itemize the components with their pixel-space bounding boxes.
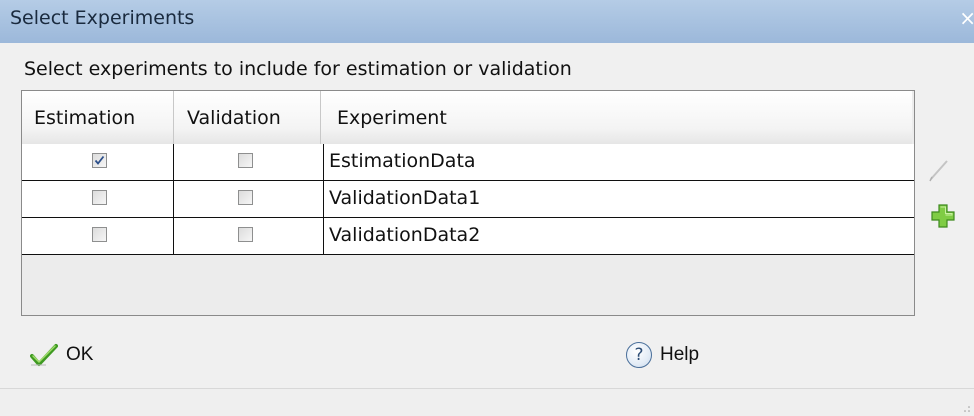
edit-pencil-icon[interactable] — [928, 155, 950, 187]
validation-checkbox[interactable] — [238, 227, 253, 242]
ok-button[interactable]: OK — [30, 343, 93, 367]
experiment-name: ValidationData2 — [329, 224, 481, 246]
validation-checkbox[interactable] — [238, 190, 253, 205]
ok-checkmark-icon — [30, 344, 58, 366]
help-icon: ? — [626, 342, 652, 368]
estimation-checkbox[interactable] — [92, 153, 107, 168]
column-header-estimation[interactable]: Estimation — [22, 91, 174, 144]
table-row[interactable]: ValidationData2 — [22, 218, 914, 255]
estimation-checkbox[interactable] — [92, 190, 107, 205]
close-icon[interactable]: × — [959, 6, 974, 30]
window-title: Select Experiments — [10, 7, 195, 29]
experiments-table: Estimation Validation Experiment Estimat… — [21, 90, 915, 316]
title-bar: Select Experiments × — [0, 0, 974, 43]
table-header: Estimation Validation Experiment — [22, 91, 912, 145]
add-plus-icon[interactable] — [931, 204, 955, 232]
table-row[interactable]: ValidationData1 — [22, 181, 914, 218]
experiment-name: EstimationData — [329, 150, 476, 172]
table-row[interactable]: EstimationData — [22, 144, 914, 181]
estimation-checkbox[interactable] — [92, 227, 107, 242]
validation-checkbox[interactable] — [238, 153, 253, 168]
checkmark-icon — [94, 155, 105, 165]
ok-label: OK — [66, 344, 94, 365]
help-button[interactable]: ? Help — [626, 342, 699, 368]
column-header-validation[interactable]: Validation — [174, 91, 321, 144]
column-header-experiment[interactable]: Experiment — [321, 91, 912, 144]
resize-grip-icon[interactable] — [964, 406, 970, 412]
help-label: Help — [660, 344, 700, 365]
status-strip — [0, 388, 974, 416]
instruction-text: Select experiments to include for estima… — [24, 58, 572, 80]
experiment-name: ValidationData1 — [329, 187, 481, 209]
